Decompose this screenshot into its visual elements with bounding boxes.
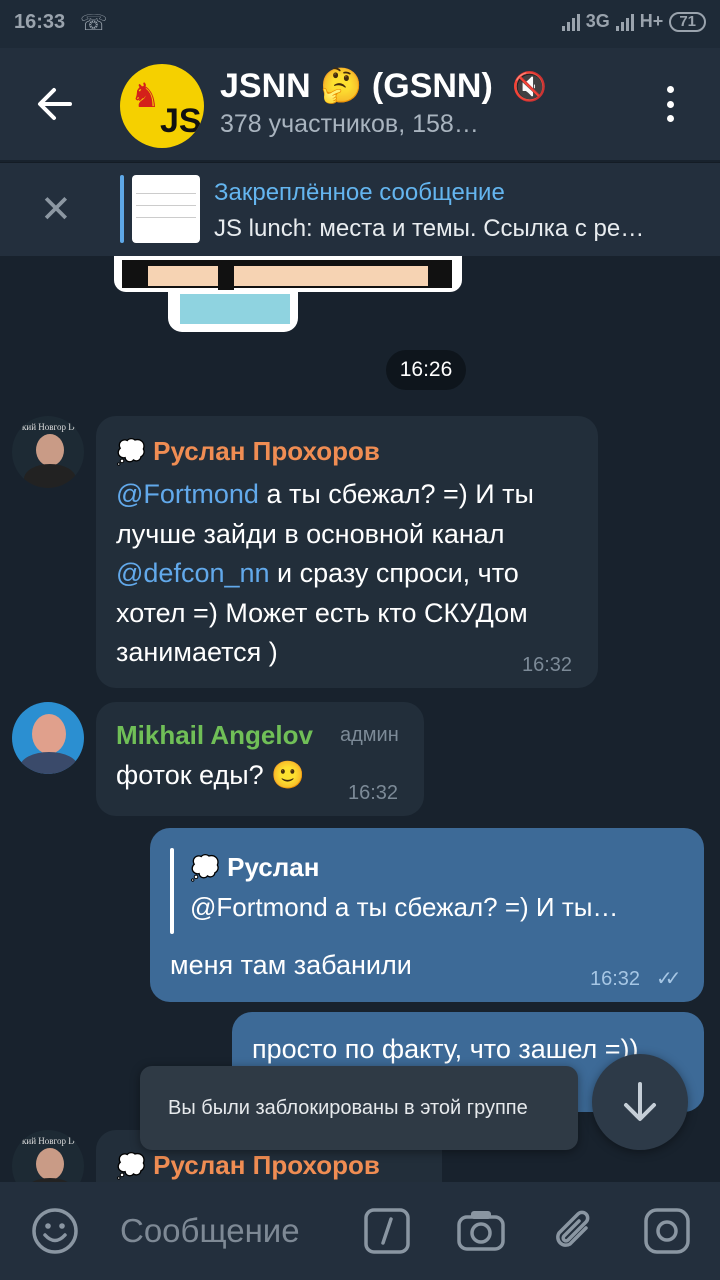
message-bubble[interactable]: 💭 Руслан Прохоров @Fortmond а ты сбежал?… <box>96 416 598 688</box>
blocked-toast: Вы были заблокированы в этой группе <box>140 1066 578 1150</box>
reply-preview[interactable]: @Fortmond а ты сбежал? =) И ты… <box>190 892 674 923</box>
bot-command-icon[interactable] <box>362 1206 412 1256</box>
reply-accent-bar <box>170 848 174 934</box>
viber-notification-icon: ☏ <box>80 10 108 35</box>
avatar-label: JS <box>160 102 202 140</box>
thought-balloon-icon: 💭 <box>116 1153 146 1180</box>
avatar[interactable] <box>12 702 84 774</box>
message-text: меня там забанили <box>170 950 412 980</box>
avatar[interactable]: кий Новгор DC7831 <box>12 416 84 488</box>
pinned-thumbnail <box>132 175 200 243</box>
sender-name[interactable]: 💭 Руслан Прохоров <box>116 436 380 467</box>
signal-icon <box>561 13 580 31</box>
double-check-icon: ✓✓ <box>656 968 681 990</box>
muted-icon: 🔇 <box>512 71 547 102</box>
pinned-message-bar[interactable]: ✕ Закреплённое сообщение JS lunch: места… <box>0 162 720 256</box>
chat-subtitle[interactable]: 378 участников, 158… <box>220 110 479 139</box>
pinned-accent-bar <box>120 175 124 243</box>
outgoing-message-bubble[interactable]: 💭 Руслан @Fortmond а ты сбежал? =) И ты…… <box>150 828 704 1002</box>
scroll-down-button[interactable] <box>592 1054 688 1150</box>
thought-balloon-icon: 💭 <box>116 439 146 466</box>
arrow-down-icon <box>624 1082 656 1121</box>
sender-name[interactable]: 💭 Руслан Прохоров <box>116 1150 380 1181</box>
more-options-icon[interactable] <box>664 86 676 122</box>
status-bar: 16:33 ☏ 3G H+ 71 <box>0 0 720 48</box>
message-input-bar: Сообщение <box>0 1182 720 1280</box>
reply-sender[interactable]: 💭 Руслан <box>190 852 319 883</box>
pinned-title: Закреплённое сообщение <box>214 179 505 206</box>
battery-icon: 71 <box>669 11 706 32</box>
message-text: @Fortmond а ты сбежал? =) И ты лучше зай… <box>116 479 534 667</box>
status-indicators: 3G H+ 71 <box>561 11 706 32</box>
pixel-sticker[interactable] <box>108 256 468 336</box>
message-time: 16:32 <box>348 782 399 804</box>
thought-balloon-icon: 💭 <box>190 855 220 882</box>
signal-icon-2 <box>615 13 634 31</box>
back-arrow-icon[interactable] <box>34 82 78 126</box>
deer-logo-icon: ♞ <box>130 77 161 115</box>
group-avatar[interactable]: ♞ JS <box>120 64 204 148</box>
avatar[interactable]: кий Новгор DC7831 <box>12 1130 84 1182</box>
chat-header: ♞ JS JSNN 🤔 (GSNN) 🔇 378 участников, 158… <box>0 48 720 160</box>
message-bubble[interactable]: Mikhail Angelov админ фоток еды? 🙂 16:32 <box>96 702 424 816</box>
mention-link[interactable]: @defcon_nn <box>116 558 270 588</box>
time-separator: 16:26 <box>386 350 466 390</box>
close-pinned-icon[interactable]: ✕ <box>40 191 72 229</box>
admin-badge: админ <box>340 724 399 746</box>
sender-name[interactable]: Mikhail Angelov <box>116 720 313 751</box>
message-text: фоток еды? 🙂 <box>116 760 305 790</box>
instagram-camera-icon[interactable] <box>642 1206 692 1256</box>
message-time: 16:32 <box>522 654 573 676</box>
message-time: 16:32 <box>590 968 641 990</box>
status-time: 16:33 <box>14 11 66 33</box>
message-list[interactable]: 16:26 кий Новгор DC7831 💭 Руслан Прохоро… <box>0 256 720 1182</box>
network-type-2: H+ <box>639 11 664 31</box>
emoji-icon[interactable] <box>30 1206 80 1256</box>
camera-icon[interactable] <box>456 1206 506 1256</box>
message-input[interactable]: Сообщение <box>120 1212 300 1250</box>
network-type-1: 3G <box>585 11 610 31</box>
chat-title[interactable]: JSNN 🤔 (GSNN) <box>220 66 493 106</box>
attach-icon[interactable] <box>550 1206 600 1256</box>
mention-link[interactable]: @Fortmond <box>116 479 259 509</box>
pinned-text: JS lunch: места и темы. Ссылка с ре… <box>214 215 645 242</box>
